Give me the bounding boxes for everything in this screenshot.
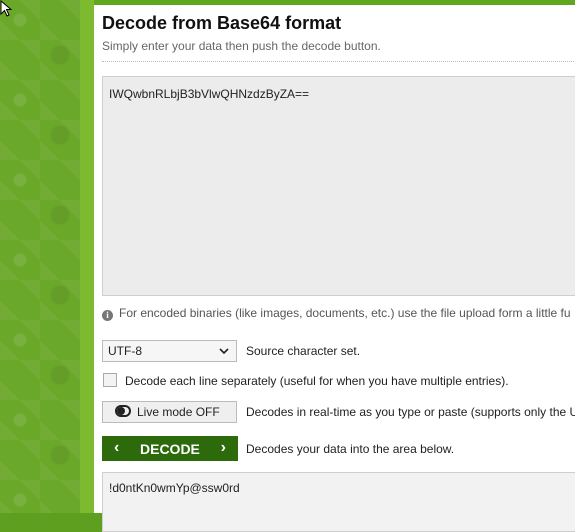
page-title: Decode from Base64 format	[102, 13, 342, 33]
decode-button-label: DECODE	[140, 441, 200, 457]
decode-description: Decodes your data into the area below.	[246, 442, 455, 456]
charset-label: Source character set.	[246, 344, 361, 358]
live-mode-button-label: Live mode OFF	[137, 405, 220, 419]
decoded-output-textarea[interactable]: !d0ntKn0wmYp@ssw0rd	[102, 472, 575, 532]
file-upload-hint-text: For encoded binaries (like images, docum…	[119, 306, 571, 320]
each-line-checkbox[interactable]	[103, 373, 117, 387]
toggle-off-icon	[115, 405, 131, 417]
info-icon: i	[102, 310, 113, 321]
charset-select[interactable]: UTF-8	[102, 340, 237, 362]
file-upload-hint: i For encoded binaries (like images, docu…	[102, 306, 571, 321]
each-line-label[interactable]: Decode each line separately (useful for …	[125, 374, 509, 388]
chevron-right-icon: ›	[220, 439, 226, 456]
live-mode-description: Decodes in real-time as you type or past…	[246, 405, 575, 419]
divider	[102, 61, 575, 62]
chevron-down-icon	[219, 348, 229, 355]
chevron-left-icon: ‹	[114, 439, 120, 456]
live-mode-button[interactable]: Live mode OFF	[102, 401, 237, 423]
mouse-cursor-icon	[0, 0, 13, 17]
decode-button[interactable]: ‹ DECODE ›	[102, 436, 238, 461]
green-border-strip	[80, 0, 94, 513]
decode-panel: Decode from Base64 format Simply enter y…	[94, 0, 575, 532]
page-subtitle: Simply enter your data then push the dec…	[102, 39, 381, 53]
encoded-input-textarea[interactable]: IWQwbnRLbjB3bVlwQHNzdzByZA==	[102, 76, 575, 296]
charset-selected-value: UTF-8	[108, 344, 142, 358]
